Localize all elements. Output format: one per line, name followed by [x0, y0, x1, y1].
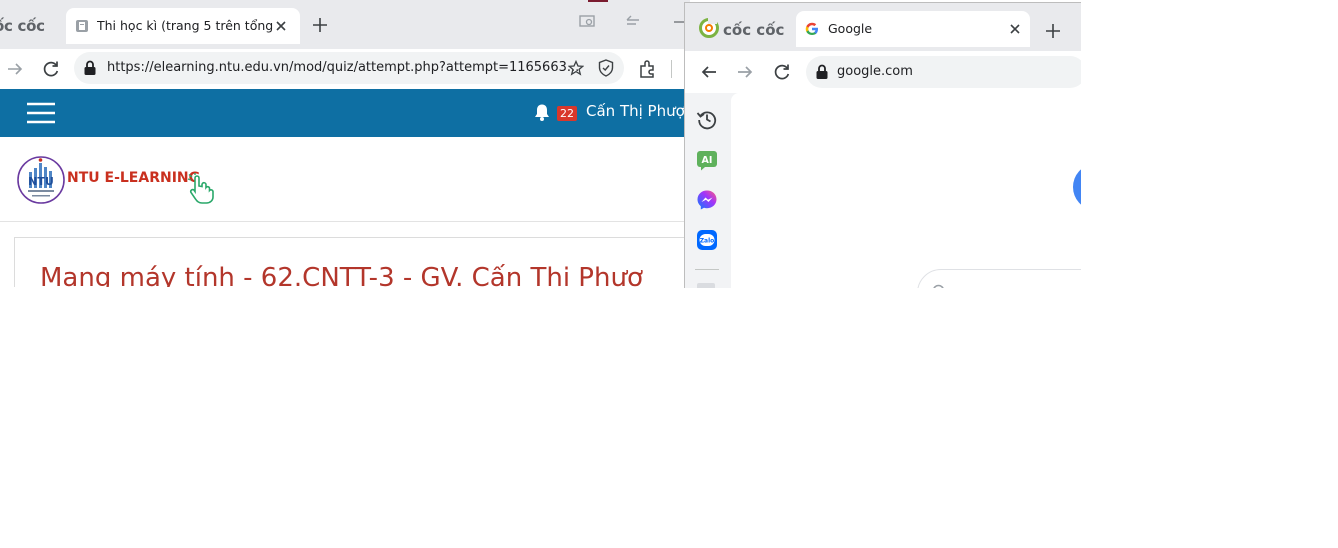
course-title: Mạng máy tính - 62.CNTT-3 - GV. Cấn Thị … — [40, 263, 643, 287]
zalo-label: Zalo — [700, 238, 715, 245]
forward-icon[interactable] — [736, 63, 754, 81]
tab-title: Thi học kì (trang 5 trên tổng — [97, 18, 273, 33]
new-tab-button[interactable] — [1045, 23, 1061, 39]
toolbar-divider — [671, 60, 672, 78]
ntu-logo-badge: NTU — [28, 175, 54, 188]
zalo-icon[interactable]: Zalo — [696, 229, 718, 251]
url-text-2: google.com — [837, 64, 913, 79]
back-icon[interactable] — [700, 63, 718, 81]
shield-icon[interactable] — [598, 59, 614, 77]
ntu-logo-emblem[interactable]: NTU — [16, 155, 66, 205]
tab-strip: ốc cốc Thi học kì (trang 5 trên tổng — [0, 0, 690, 49]
address-bar-2[interactable]: google.com — [806, 56, 1081, 88]
search-tabs-icon[interactable] — [578, 13, 596, 31]
notification-count-badge[interactable]: 22 — [557, 106, 577, 121]
toolbar: https://elearning.ntu.edu.vn/mod/quiz/at… — [0, 49, 690, 89]
browser-window-elearning: ốc cốc Thi học kì (trang 5 trên tổng — [0, 0, 690, 287]
ai-icon[interactable]: AI — [696, 149, 718, 171]
close-tab-icon[interactable] — [274, 19, 288, 33]
pointer-hand-icon — [186, 173, 216, 205]
course-card: Mạng máy tính - 62.CNTT-3 - GV. Cấn Thị … — [14, 237, 690, 287]
coccoc-sidebar: AI Zalo — [685, 93, 729, 288]
tab-strip-2: cốc cốc Google — [685, 3, 1081, 51]
sidebar-more-icon[interactable] — [697, 283, 715, 288]
reload-icon[interactable] — [41, 59, 61, 79]
ai-label: AI — [702, 155, 713, 166]
history-icon[interactable] — [696, 108, 718, 130]
tab-quiz[interactable]: Thi học kì (trang 5 trên tổng — [66, 8, 300, 44]
tab-google[interactable]: Google — [796, 11, 1030, 47]
site-logo-row: NTU NTU E-LEARNING — [0, 137, 690, 222]
window-accent — [588, 0, 608, 2]
address-bar[interactable]: https://elearning.ntu.edu.vn/mod/quiz/at… — [74, 52, 624, 84]
search-icon — [932, 284, 948, 288]
coccoc-brand: ốc cốc — [0, 17, 45, 35]
bookmark-star-icon[interactable] — [568, 60, 584, 76]
coccoc-logo: cốc cốc — [699, 18, 784, 39]
page-favicon-icon — [75, 19, 89, 33]
lock-icon[interactable] — [815, 64, 829, 80]
back-history-icon[interactable] — [624, 13, 642, 31]
menu-hamburger-icon[interactable] — [27, 102, 55, 124]
google-page-content — [731, 93, 1081, 288]
site-logo-text[interactable]: NTU E-LEARNING — [67, 170, 200, 186]
forward-icon[interactable] — [6, 60, 24, 78]
coccoc-brand-text: cốc cốc — [723, 21, 785, 39]
google-account-avatar[interactable] — [1073, 165, 1081, 209]
close-tab-icon[interactable] — [1008, 22, 1022, 36]
new-tab-button[interactable] — [311, 16, 329, 34]
reload-icon[interactable] — [772, 62, 792, 82]
lock-icon[interactable] — [83, 60, 97, 76]
sidebar-divider — [695, 269, 719, 270]
google-search-box[interactable] — [917, 269, 1081, 288]
toolbar-2: google.com — [685, 51, 1081, 93]
tab-title-google: Google — [828, 21, 873, 36]
url-text: https://elearning.ntu.edu.vn/mod/quiz/at… — [107, 60, 580, 75]
user-name[interactable]: Cấn Thị Phượ — [586, 102, 685, 120]
messenger-icon[interactable] — [696, 189, 718, 211]
browser-window-google: cốc cốc Google google.com AI Zalo — [684, 2, 1081, 288]
site-navbar: 22 Cấn Thị Phượ — [0, 89, 690, 137]
google-favicon-icon — [805, 22, 819, 36]
notification-bell-icon[interactable] — [533, 103, 551, 122]
extensions-icon[interactable] — [637, 59, 657, 79]
